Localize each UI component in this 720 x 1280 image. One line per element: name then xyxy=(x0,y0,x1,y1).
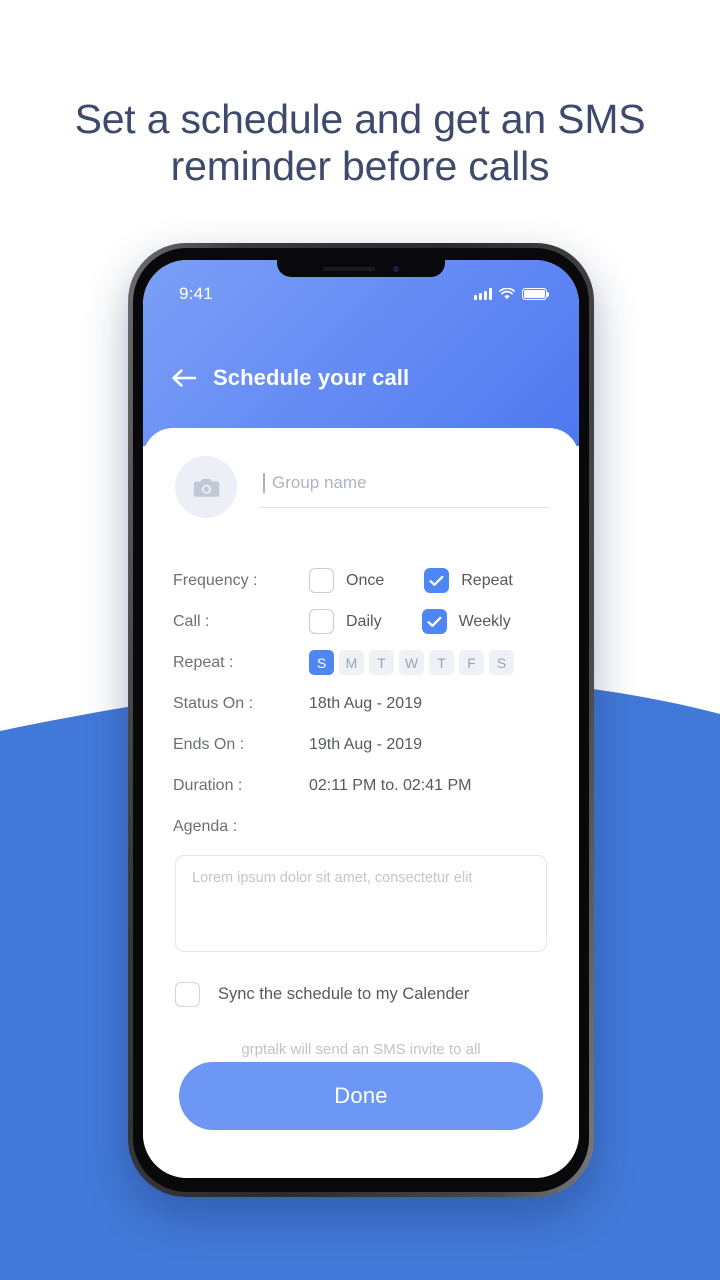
phone-bezel: 9:41 Schedule your call Group name Frequ… xyxy=(133,248,589,1192)
checkbox-daily[interactable] xyxy=(309,609,334,634)
checkbox-daily-label: Daily xyxy=(346,612,382,630)
phone-screen: 9:41 Schedule your call Group name Frequ… xyxy=(143,260,579,1178)
day-pill-thursday[interactable]: T xyxy=(429,650,454,675)
frequency-option-repeat[interactable]: Repeat xyxy=(424,568,513,593)
done-button[interactable]: Done xyxy=(179,1062,543,1130)
duration-label: Duration : xyxy=(173,776,243,794)
field-duration[interactable]: Duration : 02:11 PM to. 02:41 PM xyxy=(173,765,549,806)
checkbox-sync-calendar[interactable] xyxy=(175,982,200,1007)
headline-line-2: reminder before calls xyxy=(170,143,550,189)
headline-line-1: Set a schedule and get an SMS xyxy=(74,96,646,142)
call-option-daily[interactable]: Daily xyxy=(309,609,382,634)
battery-level xyxy=(524,290,545,298)
day-pill-wednesday[interactable]: W xyxy=(399,650,424,675)
ends-on-label: Ends On : xyxy=(173,735,245,753)
sms-note-line-1: grptalk will send an SMS invite to xyxy=(241,1041,462,1058)
group-name-placeholder: Group name xyxy=(272,472,367,492)
status-time: 9:41 xyxy=(179,284,213,303)
repeat-label: Repeat : xyxy=(173,653,234,671)
checkbox-once[interactable] xyxy=(309,568,334,593)
sync-calendar-row[interactable]: Sync the schedule to my Calender xyxy=(173,952,549,1007)
checkbox-once-label: Once xyxy=(346,571,385,589)
text-cursor xyxy=(263,472,265,493)
frequency-option-once[interactable]: Once xyxy=(309,568,384,593)
app-header: 9:41 Schedule your call xyxy=(143,260,579,446)
checkbox-repeat[interactable] xyxy=(424,568,450,593)
check-icon xyxy=(427,616,441,627)
day-pill-sunday[interactable]: S xyxy=(309,650,334,675)
day-pill-saturday[interactable]: S xyxy=(489,650,514,675)
agenda-label: Agenda : xyxy=(173,817,238,835)
group-name-input[interactable]: Group name xyxy=(259,472,547,508)
ends-on-value[interactable]: 19th Aug - 2019 xyxy=(309,736,422,754)
phone-notch xyxy=(277,260,445,277)
day-pill-friday[interactable]: F xyxy=(459,650,484,675)
agenda-placeholder: Lorem ipsum dolor sit amet, consectetur … xyxy=(192,870,473,886)
page-title: Schedule your call xyxy=(213,365,410,390)
field-ends-on[interactable]: Ends On : 19th Aug - 2019 xyxy=(173,724,549,765)
battery-icon xyxy=(522,288,550,300)
day-pill-tuesday[interactable]: T xyxy=(369,650,394,675)
phone-mockup: 9:41 Schedule your call Group name Frequ… xyxy=(128,243,594,1197)
page-headline: Set a schedule and get an SMS reminder b… xyxy=(0,96,720,190)
navigation-bar: Schedule your call xyxy=(143,365,579,391)
back-arrow-icon[interactable] xyxy=(171,368,197,388)
schedule-form-card: Group name Frequency : Once Repeat Call … xyxy=(143,428,579,1178)
day-pill-monday[interactable]: M xyxy=(339,650,364,675)
wifi-icon xyxy=(499,288,515,300)
group-identity-row: Group name xyxy=(143,428,579,518)
frequency-label: Frequency : xyxy=(173,571,258,589)
cellular-bars-icon xyxy=(474,288,492,300)
call-label: Call : xyxy=(173,612,210,630)
field-agenda-label-row: Agenda : xyxy=(173,806,549,847)
agenda-textarea[interactable]: Lorem ipsum dolor sit amet, consectetur … xyxy=(175,855,547,952)
status-bar: 9:41 xyxy=(143,282,579,306)
camera-icon xyxy=(193,478,219,497)
earpiece-speaker-icon xyxy=(323,266,375,271)
checkbox-weekly-label: Weekly xyxy=(458,612,511,630)
duration-value[interactable]: 02:11 PM to. 02:41 PM xyxy=(309,777,471,795)
status-on-value[interactable]: 18th Aug - 2019 xyxy=(309,695,422,713)
avatar[interactable] xyxy=(175,456,237,518)
front-camera-icon xyxy=(393,265,399,272)
day-selector[interactable]: S M T W T F S xyxy=(309,650,514,675)
checkbox-weekly[interactable] xyxy=(421,609,447,634)
call-option-weekly[interactable]: Weekly xyxy=(421,609,511,634)
schedule-fields: Frequency : Once Repeat Call: Daily Wee… xyxy=(143,518,579,1083)
check-icon xyxy=(429,575,444,586)
field-status-on[interactable]: Status On : 18th Aug - 2019 xyxy=(173,683,549,724)
status-on-label: Status On : xyxy=(173,694,254,712)
field-frequency: Frequency : Once Repeat xyxy=(173,560,549,601)
checkbox-repeat-label: Repeat xyxy=(461,571,513,589)
sync-calendar-label: Sync the schedule to my Calender xyxy=(218,985,470,1003)
field-call: Call : Daily Weekly xyxy=(173,601,549,642)
status-icons xyxy=(474,288,550,300)
field-repeat-days: Repeat : S M T W T F S xyxy=(173,642,549,683)
